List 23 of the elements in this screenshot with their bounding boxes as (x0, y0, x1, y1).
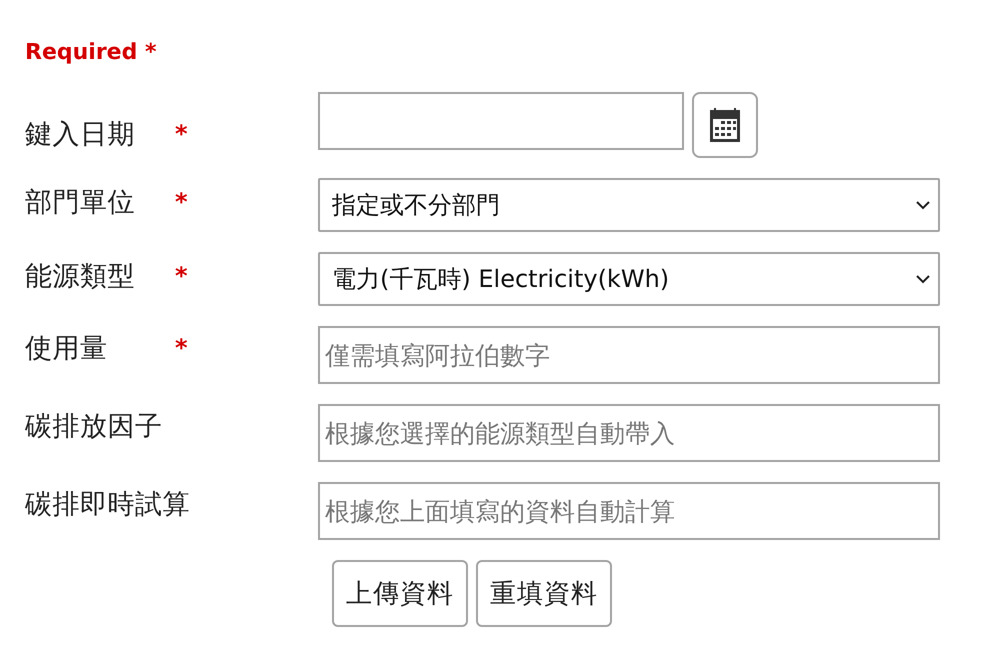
required-mark: * (175, 334, 188, 362)
required-note: Required * (25, 40, 156, 65)
field-label: 鍵入日期 (25, 118, 136, 152)
input-field[interactable]: 根據您上面填寫的資料自動計算 (318, 482, 940, 540)
input-field[interactable]: 僅需填寫阿拉伯數字 (318, 326, 940, 384)
required-mark: * (175, 262, 188, 290)
dropdown[interactable]: 電力(千瓦時) Electricity(kWh) (318, 252, 940, 306)
field-label: 碳排放因子 (25, 410, 164, 444)
field-label: 能源類型 (25, 260, 136, 294)
field-label: 碳排即時試算 (25, 488, 190, 522)
chevron-icon (916, 274, 930, 284)
form-button[interactable]: 上傳資料 (332, 560, 468, 627)
calendar-icon (710, 108, 740, 142)
input-field[interactable]: 根據您選擇的能源類型自動帶入 (318, 404, 940, 462)
dropdown[interactable]: 指定或不分部門 (318, 178, 940, 232)
calendar-button[interactable] (692, 92, 758, 158)
field-label: 使用量 (25, 332, 108, 366)
chevron-icon (916, 200, 930, 210)
field-label: 部門單位 (25, 186, 136, 220)
required-mark: * (175, 188, 188, 216)
date-field[interactable] (318, 92, 684, 150)
required-mark: * (175, 120, 188, 148)
form-button[interactable]: 重填資料 (476, 560, 612, 627)
